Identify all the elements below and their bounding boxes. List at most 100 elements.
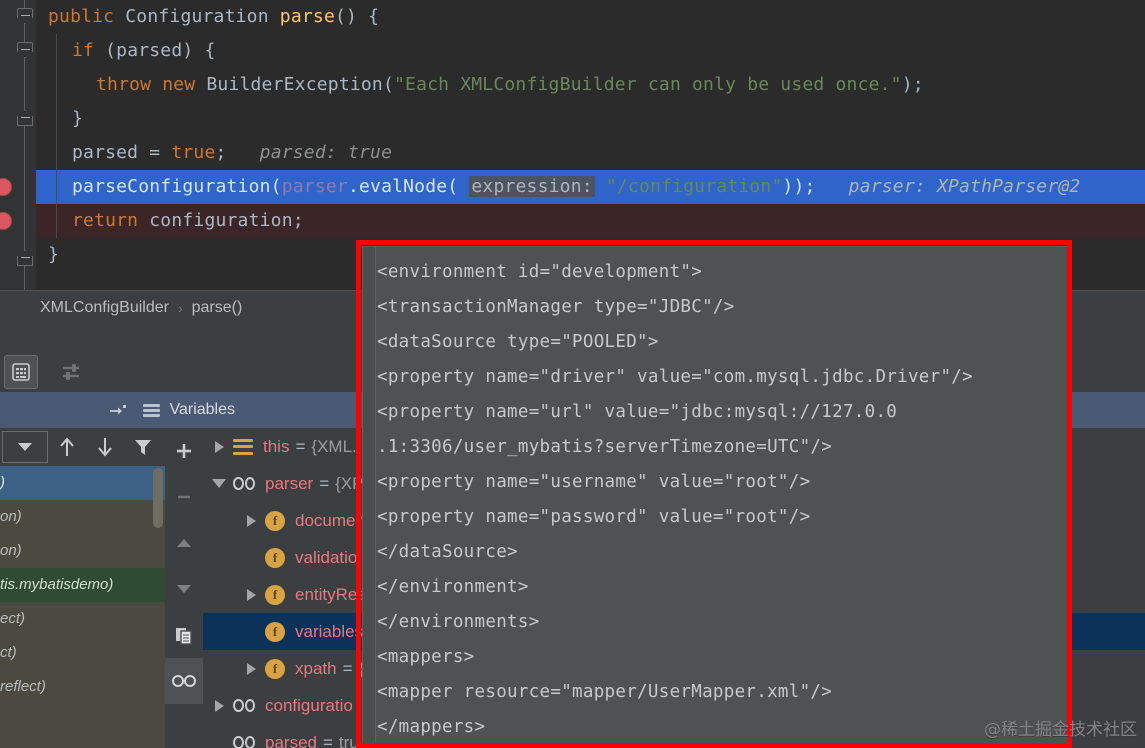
expander-collapsed[interactable] [241,588,261,601]
minus-icon[interactable] [165,474,203,520]
code-token: parser [281,176,348,197]
plus-icon[interactable] [165,428,203,474]
tab-variables[interactable]: Variables [0,392,365,428]
object-icon [233,736,255,748]
code-token: "Each XMLConfigBuilder can only be used … [394,74,902,95]
chevron-right-icon[interactable] [214,440,224,453]
expander-expanded[interactable] [209,479,229,488]
xml-line: <property name="username" value="root"/> [377,472,811,492]
code-line[interactable]: parsed = true; parsed: true [36,136,1145,170]
evaluate-expression-icon[interactable] [4,355,38,389]
code-line[interactable]: if (parsed) { [36,34,1145,68]
code-line-text: parseConfiguration(parser.evalNode( expr… [36,176,1080,197]
breadcrumb-class[interactable]: XMLConfigBuilder [40,299,169,317]
field-icon: f [265,584,285,605]
code-token: } [48,244,60,265]
code-line[interactable]: parseConfiguration(parser.evalNode( expr… [36,170,1145,204]
breadcrumb-method[interactable]: parse() [192,299,243,317]
code-line[interactable]: return configuration; [36,204,1145,238]
code-line-text: return configuration; [36,210,304,231]
code-token: .evalNode [347,176,448,197]
code-token: parsed: true [226,142,393,163]
variable-name: this [263,436,290,456]
thread-selector[interactable] [2,431,48,463]
code-token: ; [215,142,227,163]
xml-line: <property name="password" value="root"/> [377,507,811,527]
code-line-text: } [36,244,59,265]
variable-name: configuratio [265,695,353,715]
variables-side-toolbar[interactable] [165,428,204,748]
frame-item[interactable]: tis.mybatisdemo) [0,568,165,602]
frame-up-button[interactable] [48,436,86,458]
fold-marker-if[interactable] [17,42,33,58]
frame-item[interactable]: ct) [0,636,165,670]
breadcrumb-separator-icon: › [177,299,183,316]
code-token: } [72,108,84,129]
code-line-text: if (parsed) { [36,40,215,61]
breakpoint-icon-executing[interactable] [0,178,12,196]
variable-name: parser [265,473,314,493]
chevron-right-icon[interactable] [246,588,256,601]
popup-gutter [363,247,376,747]
code-line[interactable]: throw new BuilderException("Each XMLConf… [36,68,1145,102]
indent-guide [56,102,57,136]
variable-value: {XP [335,473,364,493]
xml-line: <environment id="development"> [377,262,703,282]
triangle-down-icon[interactable] [165,566,203,612]
code-token: = [149,142,172,163]
field-icon: f [265,547,285,568]
frame-item[interactable]: on) [0,500,165,534]
frames-list[interactable]: ) on) on) tis.mybatisdemo) ect) ct) reflect) [0,466,165,748]
this-icon [233,438,253,455]
xml-value-popup[interactable]: <environment id="development"> <transacti… [362,246,1068,748]
code-token: if [72,40,95,61]
fold-marker-if-end[interactable] [17,110,33,126]
popup-xml-content: <environment id="development"> <transacti… [377,247,1067,747]
chevron-right-icon[interactable] [246,662,256,675]
chevron-right-icon[interactable] [214,699,224,712]
variable-name: documen [295,510,365,530]
editor-gutter[interactable] [0,0,36,290]
code-line-text: public Configuration parse() { [36,6,379,27]
code-token: () { [334,6,380,27]
variables-icon [143,403,161,417]
fold-marker-method-end[interactable] [17,250,33,266]
expander-collapsed[interactable] [209,699,229,712]
chevron-right-icon[interactable] [246,514,256,527]
frame-item[interactable]: ect) [0,602,165,636]
frames-toolbar[interactable] [0,428,165,466]
variable-equals: = [295,436,306,456]
code-token: return [72,210,150,231]
pin-tab-icon[interactable] [109,403,127,417]
code-line-text: throw new BuilderException("Each XMLConf… [36,74,924,95]
expander-collapsed[interactable] [241,514,261,527]
code-line[interactable]: public Configuration parse() { [36,0,1145,34]
code-token: ); [901,74,924,95]
code-token: configuration; [149,210,304,231]
code-token: parsed [72,142,150,163]
object-icon [233,477,255,491]
breakpoint-icon[interactable] [0,212,12,230]
frames-column[interactable]: ) on) on) tis.mybatisdemo) ect) ct) reflect) [0,428,165,748]
frame-item[interactable]: ) [0,466,165,528]
expander-collapsed[interactable] [209,440,229,453]
code-token: true [171,142,216,163]
frame-down-button[interactable] [86,436,124,458]
variable-name: variables [295,621,364,641]
code-line[interactable]: } [36,102,1145,136]
xml-line: .1:3306/user_mybatis?serverTimezone=UTC"… [377,437,833,457]
copy-icon[interactable] [165,612,203,658]
glasses-icon[interactable] [165,658,203,704]
expander-collapsed[interactable] [241,662,261,675]
triangle-up-icon[interactable] [165,520,203,566]
frame-item[interactable]: reflect) [0,670,165,704]
fold-marker-method[interactable] [17,8,33,24]
frame-item[interactable]: on) [0,534,165,568]
chevron-down-icon[interactable] [212,479,226,488]
layout-settings-icon[interactable] [54,355,88,389]
chevron-down-icon [18,443,32,451]
variable-equals: = [319,473,330,493]
filter-icon[interactable] [124,437,162,457]
xml-line: <property name="url" value="jdbc:mysql:/… [377,402,898,422]
watermark: @稀土掘金技术社区 [984,720,1137,740]
